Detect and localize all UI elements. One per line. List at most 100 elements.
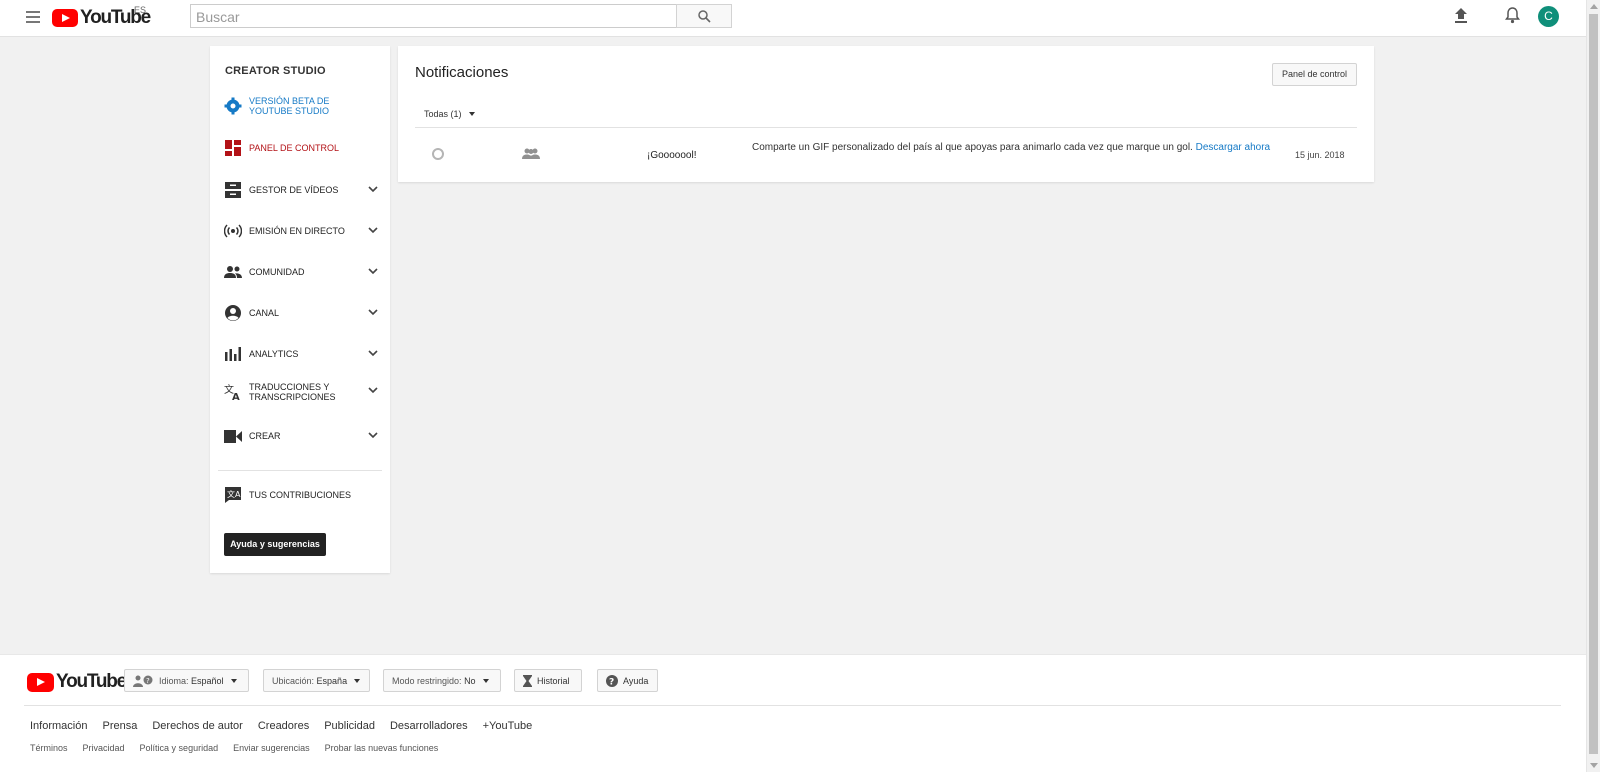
download-link[interactable]: Descargar ahora xyxy=(1196,142,1270,153)
footer-links: Información Prensa Derechos de autor Cre… xyxy=(30,720,547,732)
sidebar-title: CREATOR STUDIO xyxy=(225,65,326,77)
history-button[interactable]: Historial xyxy=(514,669,582,692)
sidebar-item-label: PANEL DE CONTROL xyxy=(249,143,340,153)
svg-text:A: A xyxy=(232,392,240,401)
chevron-down-icon[interactable] xyxy=(368,227,378,234)
sidebar-item-analytics[interactable]: ANALYTICS xyxy=(224,345,384,363)
contributions-icon: 文A xyxy=(224,486,242,504)
footer-youtube-logo[interactable]: YouTube xyxy=(27,671,127,693)
menu-icon[interactable] xyxy=(26,11,40,23)
sidebar-item-video-manager[interactable]: GESTOR DE VÍDEOS xyxy=(224,181,384,199)
search-input[interactable]: Buscar xyxy=(190,4,677,28)
footer-link[interactable]: Desarrolladores xyxy=(390,720,468,732)
read-status-radio[interactable] xyxy=(432,148,444,160)
caret-down-icon xyxy=(354,678,361,683)
footer-sublink[interactable]: Enviar sugerencias xyxy=(233,743,310,753)
bell-icon[interactable] xyxy=(1505,7,1520,29)
sidebar-item-contributions[interactable]: 文A TUS CONTRIBUCIONES xyxy=(224,486,384,504)
language-selector[interactable]: ? Idioma: Español xyxy=(124,669,249,692)
upload-icon[interactable] xyxy=(1454,7,1468,29)
sidebar-item-label: CREAR xyxy=(249,431,281,441)
sidebar-item-label: VERSIÓN BETA DE YOUTUBE STUDIO xyxy=(249,96,330,116)
hourglass-icon xyxy=(523,674,532,687)
help-icon: ? xyxy=(606,674,618,687)
dashboard-button[interactable]: Panel de control xyxy=(1272,63,1357,86)
scrollbar-thumb[interactable] xyxy=(1589,14,1598,754)
notification-date: 15 jun. 2018 xyxy=(1295,150,1345,160)
sidebar-item-label: EMISIÓN EN DIRECTO xyxy=(249,226,345,236)
help-button[interactable]: ? Ayuda xyxy=(597,669,658,692)
chevron-down-icon[interactable] xyxy=(368,387,378,394)
help-feedback-button[interactable]: Ayuda y sugerencias xyxy=(224,533,326,556)
translate-icon: 文A xyxy=(224,383,242,401)
gear-icon xyxy=(224,97,242,115)
caret-down-icon xyxy=(468,112,475,116)
chevron-down-icon[interactable] xyxy=(368,350,378,357)
footer-link[interactable]: +YouTube xyxy=(483,720,533,732)
location-selector[interactable]: Ubicación: España xyxy=(263,669,370,692)
region-label: ES xyxy=(134,5,147,15)
footer-link[interactable]: Creadores xyxy=(258,720,309,732)
help-label: Ayuda xyxy=(623,675,649,686)
scroll-down-icon[interactable] xyxy=(1590,763,1598,768)
youtube-play-icon xyxy=(52,9,78,27)
footer-sublink[interactable]: Probar las nuevas funciones xyxy=(325,743,439,753)
sidebar-item-label: ANALYTICS xyxy=(249,349,299,359)
sidebar-item-channel[interactable]: CANAL xyxy=(224,304,384,322)
restricted-mode-selector[interactable]: Modo restringido: No xyxy=(383,669,501,692)
sidebar-item-label: CANAL xyxy=(249,308,280,318)
footer-link[interactable]: Derechos de autor xyxy=(152,720,243,732)
logo-text: YouTube xyxy=(56,671,127,692)
chevron-down-icon[interactable] xyxy=(368,268,378,275)
avatar[interactable]: C xyxy=(1538,6,1559,27)
live-icon xyxy=(224,222,242,240)
filter-label: Todas (1) xyxy=(424,109,462,119)
sidebar-item-create[interactable]: CREAR xyxy=(224,427,384,445)
location-label: Ubicación: xyxy=(272,675,315,686)
sidebar-item-live[interactable]: EMISIÓN EN DIRECTO xyxy=(224,222,384,240)
scroll-up-icon[interactable] xyxy=(1590,4,1598,9)
notifications-panel: Notificaciones Panel de control Todas (1… xyxy=(398,46,1374,182)
footer-link[interactable]: Publicidad xyxy=(324,720,375,732)
youtube-play-icon xyxy=(27,672,54,692)
language-icon: ? xyxy=(133,675,153,687)
sidebar-item-translations[interactable]: 文A TRADUCCIONES Y TRANSCRIPCIONES xyxy=(224,382,384,402)
analytics-icon xyxy=(224,345,242,363)
chevron-down-icon[interactable] xyxy=(368,309,378,316)
top-bar: YouTube ES Buscar C xyxy=(0,0,1586,37)
sidebar-item-dashboard[interactable]: PANEL DE CONTROL xyxy=(224,139,384,157)
notification-title: ¡Gooooool! xyxy=(647,150,697,161)
chevron-down-icon[interactable] xyxy=(368,186,378,193)
sidebar-item-label: TUS CONTRIBUCIONES xyxy=(249,490,352,500)
svg-text:文A: 文A xyxy=(227,489,241,499)
footer-sublink[interactable]: Privacidad xyxy=(83,743,125,753)
footer-link[interactable]: Información xyxy=(30,720,87,732)
svg-text:?: ? xyxy=(146,677,150,685)
footer-link[interactable]: Prensa xyxy=(102,720,137,732)
youtube-logo[interactable]: YouTube ES xyxy=(52,5,151,29)
notification-text: Comparte un GIF personalizado del país a… xyxy=(752,141,1277,155)
footer-sublinks: Términos Privacidad Política y seguridad… xyxy=(30,743,453,753)
footer-sublink[interactable]: Política y seguridad xyxy=(140,743,219,753)
sidebar-divider xyxy=(218,470,382,471)
sidebar-item-label: GESTOR DE VÍDEOS xyxy=(249,185,339,195)
page-scrollbar[interactable] xyxy=(1586,0,1600,772)
location-value: España xyxy=(316,675,348,686)
language-label: Idioma: xyxy=(159,675,189,686)
search-button[interactable] xyxy=(676,4,732,28)
community-icon xyxy=(224,263,242,281)
creator-studio-sidebar: CREATOR STUDIO VERSIÓN BETA DE YOUTUBE S… xyxy=(210,46,390,573)
footer-sublink[interactable]: Términos xyxy=(30,743,68,753)
notification-body: Comparte un GIF personalizado del país a… xyxy=(752,142,1193,153)
sidebar-item-label: COMUNIDAD xyxy=(249,267,305,277)
sidebar-item-community[interactable]: COMUNIDAD xyxy=(224,263,384,281)
language-value: Español xyxy=(191,675,224,686)
sidebar-item-studio-beta[interactable]: VERSIÓN BETA DE YOUTUBE STUDIO xyxy=(224,96,384,116)
restricted-label: Modo restringido: xyxy=(392,675,462,686)
camera-icon xyxy=(224,427,242,445)
footer-divider xyxy=(24,705,1561,706)
chevron-down-icon[interactable] xyxy=(368,432,378,439)
filter-dropdown[interactable]: Todas (1) xyxy=(424,109,475,119)
footer: YouTube ? Idioma: Español Ubicación: Esp… xyxy=(0,654,1586,772)
dashboard-icon xyxy=(224,139,242,157)
